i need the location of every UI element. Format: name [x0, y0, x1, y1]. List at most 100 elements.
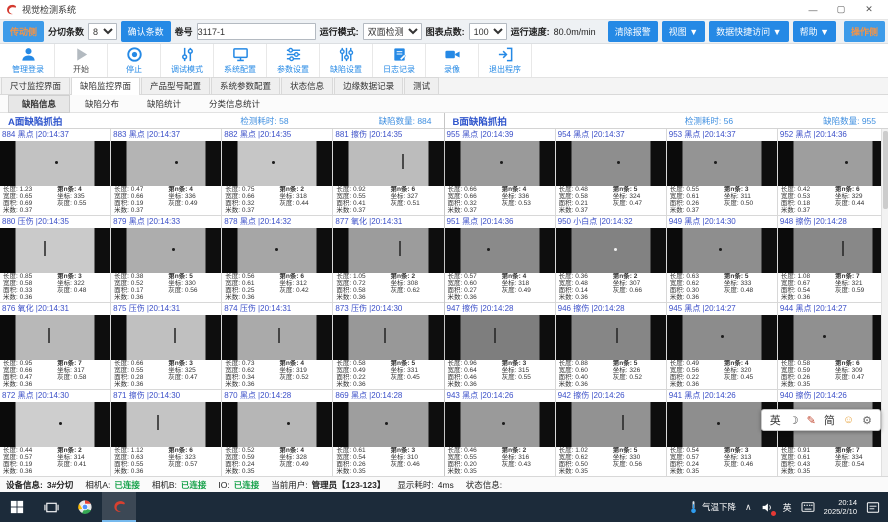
defect-cell[interactable]: 872 黑点 |20:14:30 长度: 0.44 宽度: 0.57 面积: 0…	[0, 390, 110, 476]
defect-cell[interactable]: 941 黑点 |20:14:26 长度: 0.54 宽度: 0.57 面积: 0…	[667, 390, 777, 476]
start-button[interactable]	[0, 492, 34, 522]
main-tab-5[interactable]: 边缘数据记录	[334, 77, 403, 94]
taskbar-clock[interactable]: 20:14 2025/2/10	[824, 498, 857, 517]
tool-button[interactable]: 管理登录	[2, 44, 55, 77]
sub-tab-2[interactable]: 缺陷统计	[134, 96, 194, 112]
defect-cell[interactable]: 880 压伤 |20:14:35 长度: 0.85 宽度: 0.58 面积: 0…	[0, 216, 110, 302]
sub-tab-3[interactable]: 分类信息统计	[196, 96, 273, 112]
defect-cell[interactable]: 882 黑点 |20:14:35 长度: 0.75 宽度: 0.66 面积: 0…	[222, 129, 332, 215]
close-button[interactable]: ✕	[855, 1, 883, 19]
browser-app-button[interactable]	[68, 492, 102, 522]
defect-cell[interactable]: 878 黑点 |20:14:32 长度: 0.56 宽度: 0.61 面积: 0…	[222, 216, 332, 302]
defect-cell[interactable]: 871 擦伤 |20:14:30 长度: 1.12 宽度: 0.63 面积: 0…	[111, 390, 221, 476]
defect-cell[interactable]: 943 黑点 |20:14:26 长度: 0.46 宽度: 0.55 面积: 0…	[445, 390, 555, 476]
defect-cell[interactable]: 869 黑点 |20:14:28 长度: 0.61 宽度: 0.54 面积: 0…	[333, 390, 443, 476]
sub-tab-0[interactable]: 缺陷信息	[8, 95, 70, 113]
defect-cell[interactable]: 879 黑点 |20:14:33 长度: 0.38 宽度: 0.52 面积: 0…	[111, 216, 221, 302]
tool-button[interactable]: 开始	[55, 44, 108, 77]
task-view-button[interactable]	[34, 492, 68, 522]
maximize-button[interactable]: ▢	[827, 1, 855, 19]
defect-cell[interactable]: 875 压伤 |20:14:31 长度: 0.66 宽度: 0.55 面积: 0…	[111, 303, 221, 389]
weather-widget[interactable]: 气温下降	[688, 500, 736, 514]
defect-meters: 米数: 0.36	[3, 295, 57, 302]
defect-cell[interactable]: 876 氧化 |20:14:31 长度: 0.95 宽度: 0.66 面积: 0…	[0, 303, 110, 389]
defect-cell[interactable]: 955 黑点 |20:14:39 长度: 0.66 宽度: 0.66 面积: 0…	[445, 129, 555, 215]
defects-icon	[338, 46, 355, 63]
ime-settings-icon[interactable]: ⚙	[862, 414, 872, 427]
defect-cell[interactable]: 944 黑点 |20:14:27 长度: 0.58 宽度: 0.59 面积: 0…	[778, 303, 888, 389]
main-tab-0[interactable]: 尺寸监控界面	[1, 77, 70, 94]
defect-cell[interactable]: 873 压伤 |20:14:30 长度: 0.58 宽度: 0.49 面积: 0…	[333, 303, 443, 389]
main-tab-2[interactable]: 产品型号配置	[141, 77, 210, 94]
help-menu-button[interactable]: 帮助 ▼	[793, 21, 836, 42]
tool-button[interactable]: 停止	[108, 44, 161, 77]
sub-tab-1[interactable]: 缺陷分布	[72, 96, 132, 112]
defect-cell[interactable]: 953 黑点 |20:14:37 长度: 0.55 宽度: 0.61 面积: 0…	[667, 129, 777, 215]
debug-icon	[179, 46, 196, 63]
roll-number-input[interactable]	[197, 23, 316, 40]
ime-english-mode[interactable]: 英	[770, 412, 781, 428]
defect-cell[interactable]: 883 黑点 |20:14:37 长度: 0.47 宽度: 0.66 面积: 0…	[111, 129, 221, 215]
clear-alarm-button[interactable]: 清除报警	[608, 21, 658, 42]
camera-icon	[444, 46, 461, 63]
defect-cell[interactable]: 870 黑点 |20:14:28 长度: 0.52 宽度: 0.59 面积: 0…	[222, 390, 332, 476]
tool-button[interactable]: 日志记录	[373, 44, 426, 77]
moon-icon[interactable]: ☽	[789, 414, 799, 427]
operator-side-chip[interactable]: 操作侧	[844, 21, 885, 42]
keyboard-icon[interactable]	[801, 501, 815, 513]
tray-expand-icon[interactable]: ∧	[745, 502, 752, 513]
chart-points-select[interactable]: 100	[469, 23, 507, 40]
tool-button[interactable]: 缺陷设置	[320, 44, 373, 77]
defect-cell[interactable]: 951 黑点 |20:14:36 长度: 0.57 宽度: 0.60 面积: 0…	[445, 216, 555, 302]
tool-button[interactable]: 调试模式	[161, 44, 214, 77]
defect-cell[interactable]: 877 氧化 |20:14:31 长度: 1.05 宽度: 0.72 面积: 0…	[333, 216, 443, 302]
slit-count-select[interactable]: 8	[88, 23, 117, 40]
defect-cell[interactable]: 945 黑点 |20:14:27 长度: 0.49 宽度: 0.56 面积: 0…	[667, 303, 777, 389]
defect-cell[interactable]: 949 黑点 |20:14:30 长度: 0.63 宽度: 0.62 面积: 0…	[667, 216, 777, 302]
defect-cell[interactable]: 947 擦伤 |20:14:28 长度: 0.96 宽度: 0.64 面积: 0…	[445, 303, 555, 389]
main-tab-1[interactable]: 缺陷监控界面	[71, 77, 140, 95]
defect-cell[interactable]: 884 黑点 |20:14:37 长度: 1.23 宽度: 0.65 面积: 0…	[0, 129, 110, 215]
scrollbar-thumb[interactable]	[883, 131, 888, 209]
defect-cell[interactable]: 881 擦伤 |20:14:35 长度: 0.92 宽度: 0.55 面积: 0…	[333, 129, 443, 215]
data-quick-access-button[interactable]: 数据快捷访问 ▼	[709, 21, 788, 42]
defect-cell-header: 951 黑点 |20:14:36	[445, 216, 555, 228]
defect-meters: 米数: 0.37	[670, 208, 724, 215]
tool-button[interactable]: 参数设置	[267, 44, 320, 77]
defect-cell[interactable]: 946 擦伤 |20:14:28 长度: 0.88 宽度: 0.60 面积: 0…	[556, 303, 666, 389]
defect-info: 长度: 0.36 宽度: 0.48 面积: 0.14 米数: 0.36 第n条:…	[556, 273, 666, 302]
defect-cell[interactable]: 952 黑点 |20:14:36 长度: 0.42 宽度: 0.53 面积: 0…	[778, 129, 888, 215]
handwriting-icon[interactable]: ✎	[807, 414, 816, 427]
main-tab-6[interactable]: 测试	[404, 77, 439, 94]
roll-number-label: 卷号	[175, 25, 193, 38]
minimize-button[interactable]: —	[799, 1, 827, 19]
main-tab-3[interactable]: 系统参数配置	[211, 77, 280, 94]
defect-cell[interactable]: 950 小白点 |20:14:32 长度: 0.36 宽度: 0.48 面积: …	[556, 216, 666, 302]
confirm-count-button[interactable]: 确认条数	[121, 21, 171, 42]
language-indicator[interactable]: 英	[783, 501, 792, 514]
emoji-icon[interactable]: ☺	[843, 414, 854, 426]
ime-simplified-mode[interactable]: 简	[824, 412, 835, 428]
view-menu-button[interactable]: 视图 ▼	[662, 21, 705, 42]
defect-cell[interactable]: 874 压伤 |20:14:31 长度: 0.73 宽度: 0.62 面积: 0…	[222, 303, 332, 389]
defect-cell[interactable]: 942 擦伤 |20:14:26 长度: 1.02 宽度: 0.62 面积: 0…	[556, 390, 666, 476]
run-mode-select[interactable]: 双面检测	[363, 23, 422, 40]
defect-cell[interactable]: 948 擦伤 |20:14:28 长度: 1.08 宽度: 0.67 面积: 0…	[778, 216, 888, 302]
ime-toolbar[interactable]: 英 ☽ ✎ 简 ☺ ⚙	[761, 409, 881, 431]
vision-app-button[interactable]	[102, 492, 136, 522]
tool-button[interactable]: 退出程序	[479, 44, 532, 77]
system-tray: 气温下降 ∧ 英 20:14 2025/2/10	[688, 498, 888, 517]
vertical-scrollbar[interactable]	[881, 129, 888, 476]
defect-cell[interactable]: 940 擦伤 |20:14:26 长度: 0.91 宽度: 0.61 面积: 0…	[778, 390, 888, 476]
defect-cell[interactable]: 954 黑点 |20:14:37 长度: 0.48 宽度: 0.58 面积: 0…	[556, 129, 666, 215]
defect-info: 长度: 0.55 宽度: 0.61 面积: 0.26 米数: 0.37 第n条:…	[667, 186, 777, 215]
main-tab-4[interactable]: 状态信息	[281, 77, 333, 94]
tool-button[interactable]: 录像	[426, 44, 479, 77]
action-center-icon[interactable]	[866, 501, 880, 514]
volume-icon[interactable]	[761, 501, 774, 514]
tool-button[interactable]: 系统配置	[214, 44, 267, 77]
defect-meters: 米数: 0.37	[559, 208, 613, 215]
drive-side-chip[interactable]: 传动侧	[3, 21, 44, 42]
defect-image	[333, 315, 443, 360]
defect-cell-header: 948 擦伤 |20:14:28	[778, 216, 888, 228]
